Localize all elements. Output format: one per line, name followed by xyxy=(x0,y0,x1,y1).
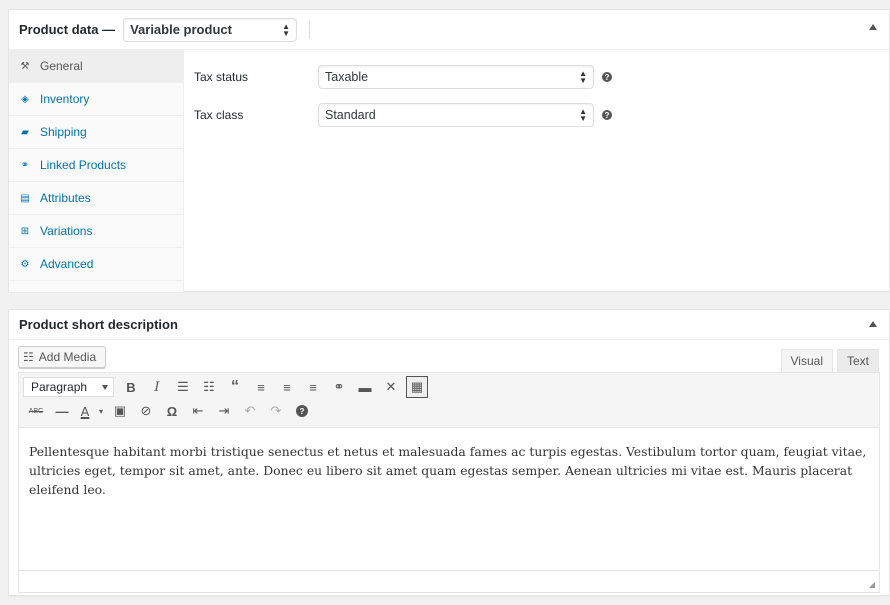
fullscreen-icon[interactable]: ✕ xyxy=(378,376,404,398)
divider xyxy=(309,20,311,39)
product-type-value: Variable product xyxy=(130,22,232,37)
redo-icon[interactable]: ↷ xyxy=(263,400,289,422)
wrench-icon: ⚒ xyxy=(20,60,30,72)
tax-status-field: Tax status Taxable ▲ ▼ ? xyxy=(184,58,889,96)
tab-label: Inventory xyxy=(40,92,90,106)
tax-class-value: Standard xyxy=(325,108,376,122)
strikethrough-icon[interactable]: ABC xyxy=(23,400,49,422)
blockquote-icon[interactable]: “ xyxy=(222,376,248,398)
select-arrows-icon: ▲ ▼ xyxy=(579,107,587,123)
toolbar-row-1: Paragraph B I ☰ ☷ “ ≡ ≡ ≡ ⚭ ▬ ✕ ▦ xyxy=(23,375,875,399)
italic-icon[interactable]: I xyxy=(144,376,170,398)
tab-visual[interactable]: Visual xyxy=(780,349,833,372)
undo-icon[interactable]: ↶ xyxy=(237,400,263,422)
product-data-header: Product data — Variable product ▲ ▼ xyxy=(9,10,889,50)
tab-linked-products[interactable]: ⚭ Linked Products xyxy=(9,149,183,182)
editor: Paragraph B I ☰ ☷ “ ≡ ≡ ≡ ⚭ ▬ ✕ ▦ ABC — … xyxy=(18,372,880,593)
tab-variations[interactable]: ⊞ Variations xyxy=(9,215,183,248)
horizontal-line-icon[interactable]: — xyxy=(49,400,75,422)
collapse-toggle-icon[interactable] xyxy=(869,321,877,327)
format-select[interactable]: Paragraph xyxy=(23,377,114,397)
tab-label: Variations xyxy=(40,224,93,238)
text-color-icon[interactable]: A xyxy=(75,400,95,422)
media-icon: ☷ xyxy=(23,350,34,364)
align-right-icon[interactable]: ≡ xyxy=(300,376,326,398)
tag-icon: ◈ xyxy=(21,93,29,105)
editor-content[interactable]: Pellentesque habitant morbi tristique se… xyxy=(19,428,879,570)
resize-handle-icon[interactable]: ◢ xyxy=(869,580,875,589)
chevron-down-icon xyxy=(102,384,108,390)
tab-label: Attributes xyxy=(40,191,91,205)
tab-attributes[interactable]: ▤ Attributes xyxy=(9,182,183,215)
tab-shipping[interactable]: ▰ Shipping xyxy=(9,116,183,149)
text-color-dropdown-icon[interactable]: ▾ xyxy=(95,400,107,422)
add-media-label: Add Media xyxy=(38,350,97,364)
product-data-box: Product data — Variable product ▲ ▼ ⚒ Gene… xyxy=(8,9,890,292)
help-icon[interactable]: ? xyxy=(289,400,315,422)
tab-label: Advanced xyxy=(40,257,94,271)
clear-formatting-icon[interactable]: ⊘ xyxy=(133,400,159,422)
list-card-icon: ▤ xyxy=(20,192,30,204)
help-icon[interactable]: ? xyxy=(602,110,612,120)
tab-label: General xyxy=(40,59,83,73)
editor-mode-tabs: Visual Text xyxy=(777,349,879,372)
outdent-icon[interactable]: ⇤ xyxy=(185,400,211,422)
tab-text[interactable]: Text xyxy=(836,349,879,372)
link-icon[interactable]: ⚭ xyxy=(326,376,352,398)
editor-toolbar: Paragraph B I ☰ ☷ “ ≡ ≡ ≡ ⚭ ▬ ✕ ▦ ABC — … xyxy=(19,373,879,428)
short-description-title: Product short description xyxy=(19,317,178,332)
toolbar-toggle-icon[interactable]: ▦ xyxy=(406,376,428,398)
product-type-select[interactable]: Variable product ▲ ▼ xyxy=(123,17,298,42)
align-center-icon[interactable]: ≡ xyxy=(274,376,300,398)
bullet-list-icon[interactable]: ☰ xyxy=(170,376,196,398)
short-description-header: Product short description xyxy=(9,310,889,340)
indent-icon[interactable]: ⇥ xyxy=(211,400,237,422)
short-description-box: Product short description ☷ Add Media Vi… xyxy=(8,309,890,596)
tab-advanced[interactable]: ⚙ Advanced xyxy=(9,248,183,281)
select-arrows-icon: ▲ ▼ xyxy=(282,21,291,38)
tax-class-label: Tax class xyxy=(194,108,244,122)
add-media-button[interactable]: ☷ Add Media xyxy=(18,346,106,368)
tab-label: Shipping xyxy=(40,125,87,139)
help-icon[interactable]: ? xyxy=(602,72,612,82)
general-panel: Tax status Taxable ▲ ▼ ? Tax class Standa… xyxy=(184,50,889,292)
editor-statusbar: ◢ xyxy=(19,570,879,592)
grid-icon: ⊞ xyxy=(20,225,30,237)
tax-status-label: Tax status xyxy=(194,70,249,84)
tax-class-field: Tax class Standard ▲ ▼ ? xyxy=(184,96,889,134)
select-arrows-icon: ▲ ▼ xyxy=(579,69,587,85)
bold-icon[interactable]: B xyxy=(118,376,144,398)
truck-icon: ▰ xyxy=(21,126,29,138)
numbered-list-icon[interactable]: ☷ xyxy=(196,376,222,398)
tab-general[interactable]: ⚒ General xyxy=(9,50,183,83)
product-data-tabs: ⚒ General ◈ Inventory ▰ Shipping ⚭ Linked Pr… xyxy=(9,50,184,292)
toolbar-row-2: ABC — A ▾ ▣ ⊘ Ω ⇤ ⇥ ↶ ↷ ? xyxy=(23,399,875,423)
format-value: Paragraph xyxy=(31,380,88,394)
special-character-icon[interactable]: Ω xyxy=(159,400,185,422)
collapse-toggle-icon[interactable] xyxy=(869,24,877,30)
paste-text-icon[interactable]: ▣ xyxy=(107,400,133,422)
tax-status-value: Taxable xyxy=(325,70,369,84)
read-more-icon[interactable]: ▬ xyxy=(352,376,378,398)
gear-icon: ⚙ xyxy=(20,258,30,270)
link-icon: ⚭ xyxy=(20,159,30,171)
tax-class-select[interactable]: Standard ▲ ▼ xyxy=(318,103,594,127)
tab-label: Linked Products xyxy=(40,158,127,172)
tab-inventory[interactable]: ◈ Inventory xyxy=(9,83,183,116)
tax-status-select[interactable]: Taxable ▲ ▼ xyxy=(318,65,594,89)
product-data-title: Product data — xyxy=(19,22,116,37)
align-left-icon[interactable]: ≡ xyxy=(248,376,274,398)
